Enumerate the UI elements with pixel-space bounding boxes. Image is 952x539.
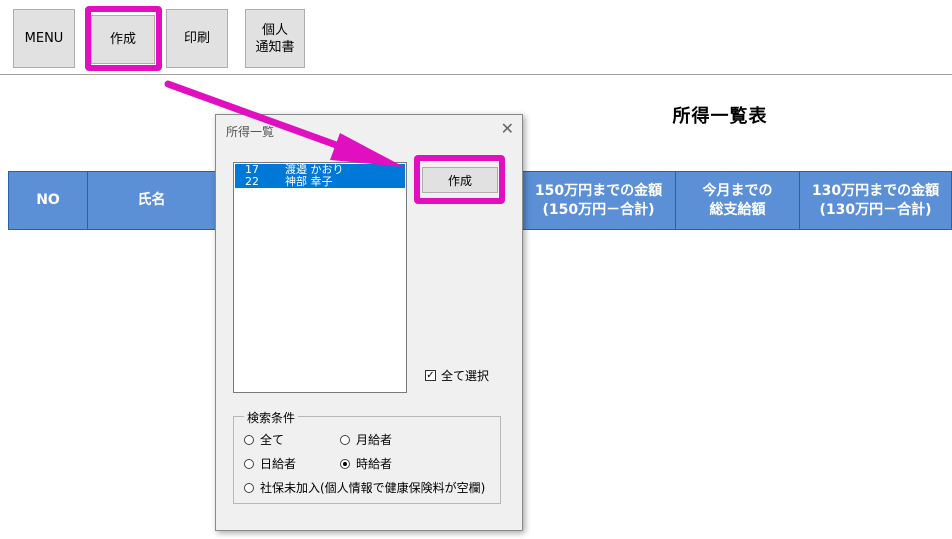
annotation-arrow (164, 80, 404, 167)
